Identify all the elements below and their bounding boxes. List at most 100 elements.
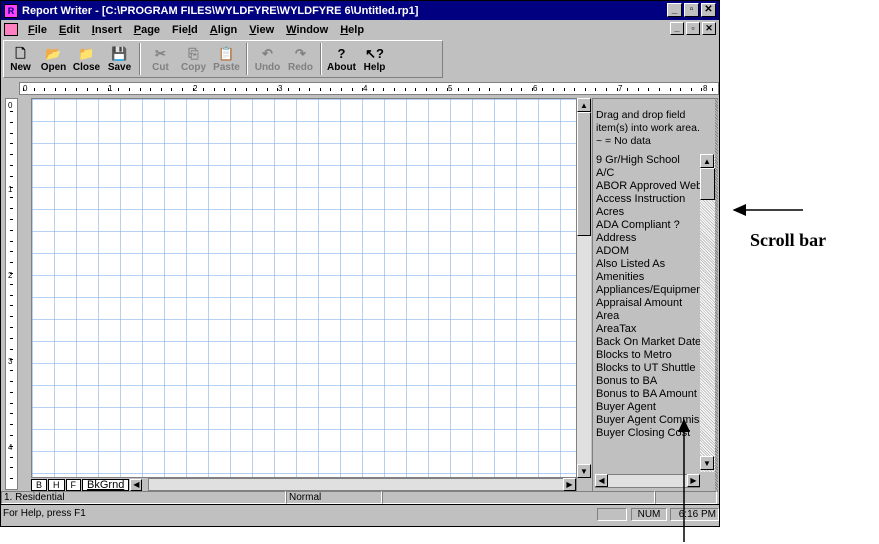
tab-footer[interactable]: F [65, 478, 82, 491]
vruler-tick [10, 294, 13, 296]
help-button[interactable]: ↖? Help [358, 41, 391, 77]
undo-button[interactable]: ↶ Undo [251, 41, 284, 77]
field-item[interactable]: Buyer Agent [595, 401, 701, 414]
cut-button[interactable]: ✂ Cut [144, 41, 177, 77]
field-item[interactable]: AreaTax [595, 323, 701, 336]
field-item[interactable]: Buyer Closing Cost [595, 427, 701, 440]
field-list-scrollbar[interactable]: ▲ ▼ [700, 154, 715, 472]
field-item[interactable]: A/C [595, 167, 701, 180]
field-item[interactable]: Amenities [595, 271, 701, 284]
open-button[interactable]: 📂 Open [37, 41, 70, 77]
field-item[interactable]: Appliances/Equipment [595, 284, 701, 297]
view-mode: Normal [286, 491, 382, 504]
save-button[interactable]: 💾 Save [103, 41, 136, 77]
close-doc-button[interactable]: 📁 Close [70, 41, 103, 77]
tab-scroll-left-icon[interactable]: ◀ [130, 478, 143, 491]
ruler-tick [86, 88, 88, 91]
field-item[interactable]: Address [595, 232, 701, 245]
scroll-thumb[interactable] [577, 112, 591, 236]
field-item[interactable]: Back On Market Date [595, 336, 701, 349]
tab-header[interactable]: H [48, 478, 65, 491]
doc-minimize-button[interactable]: _ [670, 22, 684, 35]
menu-field[interactable]: Field [166, 24, 204, 36]
field-scroll-thumb[interactable] [700, 168, 715, 200]
report-work-area[interactable] [31, 98, 577, 478]
scroll-up-arrow-icon[interactable]: ▲ [577, 98, 591, 112]
ruler-tick [351, 88, 353, 91]
field-item[interactable]: Bonus to BA Amount [595, 388, 701, 401]
field-list-horizontal-scrollbar[interactable]: ◀ ▶ [595, 474, 700, 488]
field-scroll-down-arrow-icon[interactable]: ▼ [700, 456, 714, 470]
menu-window[interactable]: Window [280, 24, 334, 36]
minimize-button[interactable]: _ [667, 3, 682, 17]
menu-file[interactable]: File [22, 24, 53, 36]
menu-view[interactable]: View [243, 24, 280, 36]
field-item[interactable]: Buyer Agent Commiss [595, 414, 701, 427]
work-area-horizontal-scrollbar[interactable]: ▶ [148, 478, 577, 491]
vruler-tick [10, 197, 13, 199]
about-icon: ? [337, 45, 346, 61]
ruler-tick [224, 88, 226, 91]
vruler-tick [10, 467, 13, 469]
menu-align[interactable]: Align [204, 24, 244, 36]
about-button[interactable]: ? About [325, 41, 358, 77]
ruler-tick [160, 88, 162, 91]
field-item[interactable]: Acres [595, 206, 701, 219]
menu-help[interactable]: Help [334, 24, 370, 36]
doc-restore-button[interactable]: ▫ [686, 22, 700, 35]
field-scroll-right-icon[interactable]: ▶ [687, 474, 700, 487]
ruler-tick [129, 88, 130, 91]
redo-button[interactable]: ↷ Redo [284, 41, 317, 77]
scroll-right-arrow-icon[interactable]: ▶ [563, 478, 576, 491]
panel-splitter[interactable] [715, 99, 718, 491]
copy-label: Copy [181, 61, 206, 73]
field-item[interactable]: 9 Gr/High School [595, 154, 701, 167]
ruler-tick [97, 88, 99, 91]
field-item[interactable]: Area [595, 310, 701, 323]
menu-insert[interactable]: Insert [86, 24, 128, 36]
ruler-tick [616, 88, 618, 91]
maximize-button[interactable]: ▫ [684, 3, 699, 17]
ruler-tick [659, 88, 660, 91]
close-button[interactable]: ✕ [701, 3, 716, 17]
field-item[interactable]: Access Instruction [595, 193, 701, 206]
field-item[interactable]: Blocks to Metro [595, 349, 701, 362]
field-item[interactable]: Appraisal Amount [595, 297, 701, 310]
vruler-tick [10, 456, 13, 458]
tab-body[interactable]: B [31, 478, 48, 491]
vruler-tick [10, 316, 13, 318]
field-scroll-up-arrow-icon[interactable]: ▲ [700, 154, 714, 168]
field-item[interactable]: ADOM [595, 245, 701, 258]
field-item[interactable]: ADA Compliant ? [595, 219, 701, 232]
ruler-tick [669, 88, 671, 91]
vruler-tick [10, 273, 13, 274]
vruler-tick [10, 262, 13, 264]
tab-background[interactable]: BkGrnd [82, 478, 130, 491]
field-item[interactable]: Blocks to UT Shuttle [595, 362, 701, 375]
app-icon[interactable]: R [4, 3, 18, 18]
ruler-tick [150, 88, 152, 91]
ruler-tick [584, 88, 586, 91]
copy-button[interactable]: ⎘ Copy [177, 41, 210, 77]
ruler-tick [648, 88, 650, 91]
vruler-number: 3 [8, 357, 13, 366]
open-label: Open [40, 61, 67, 73]
menu-page[interactable]: Page [128, 24, 166, 36]
field-item[interactable]: Also Listed As [595, 258, 701, 271]
vruler-number: 0 [8, 101, 13, 110]
menu-edit[interactable]: Edit [53, 24, 86, 36]
field-item[interactable]: ABOR Approved Webs [595, 180, 701, 193]
paste-button[interactable]: 📋 Paste [210, 41, 243, 77]
ruler-tick [319, 88, 321, 91]
work-area-vertical-scrollbar[interactable]: ▲ ▼ [577, 98, 591, 478]
document-icon[interactable] [4, 23, 18, 36]
scroll-down-arrow-icon[interactable]: ▼ [577, 464, 591, 478]
help-line: ~ = No data [596, 135, 651, 147]
vruler-tick [10, 219, 13, 220]
ruler-tick [574, 88, 576, 91]
section-tabs: B H F BkGrnd ◀ [31, 478, 143, 491]
field-scroll-left-icon[interactable]: ◀ [595, 474, 608, 487]
doc-close-button[interactable]: ✕ [702, 22, 716, 35]
new-button[interactable]: 🗋 New [4, 41, 37, 77]
field-item[interactable]: Bonus to BA [595, 375, 701, 388]
